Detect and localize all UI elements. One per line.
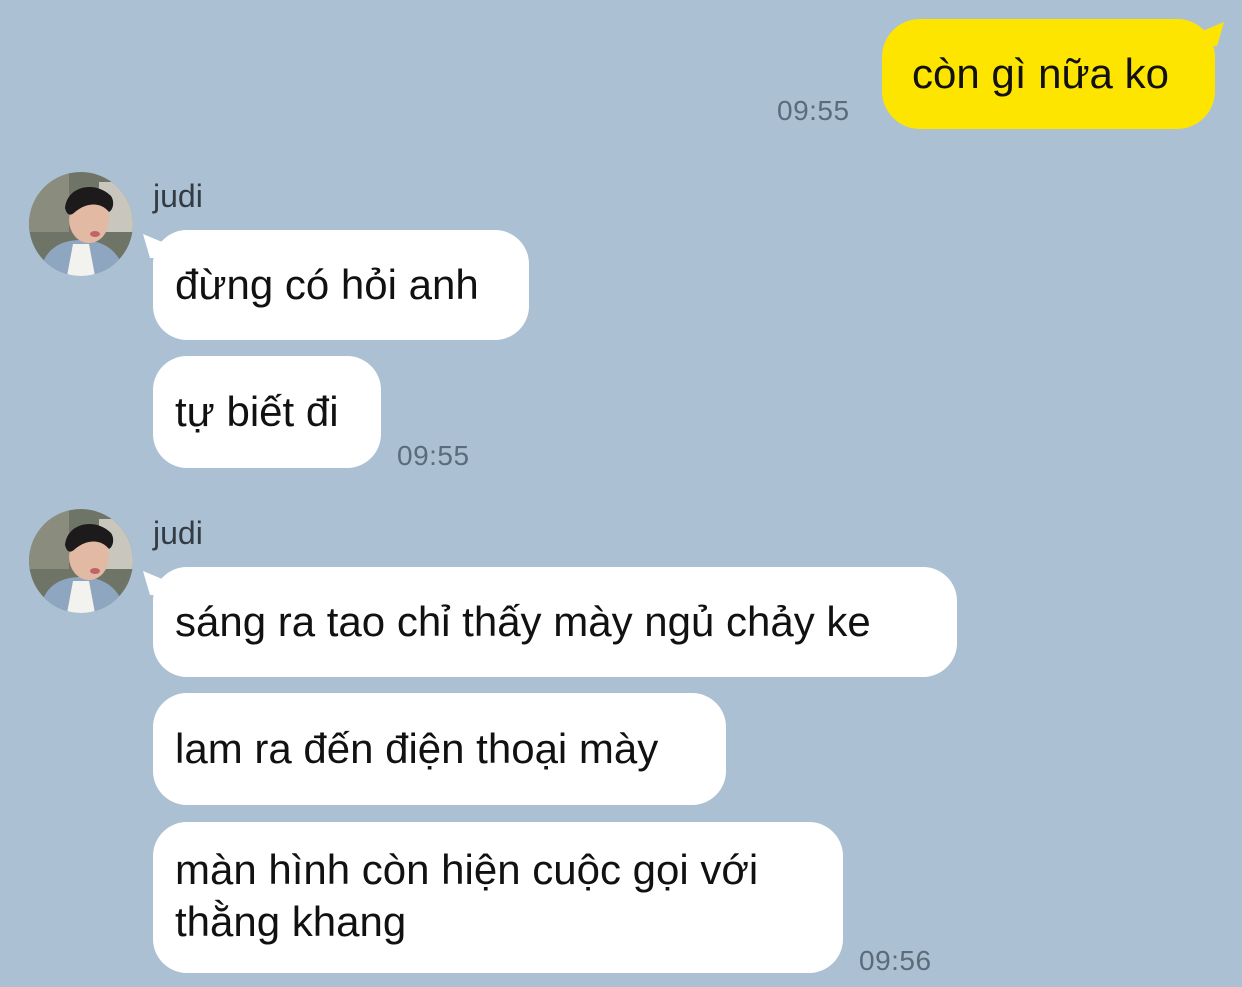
user-avatar-icon — [29, 172, 133, 276]
incoming-message-bubble[interactable]: màn hình còn hiện cuộc gọi với thằng kha… — [153, 822, 843, 973]
sender-avatar[interactable] — [29, 509, 133, 613]
sender-name: judi — [153, 515, 203, 551]
incoming-message-bubble[interactable]: tự biết đi — [153, 356, 381, 468]
incoming-message-bubble[interactable]: lam ra đến điện thoại mày — [153, 693, 726, 805]
incoming-message-bubble[interactable]: đừng có hỏi anh — [153, 230, 529, 340]
sender-avatar[interactable] — [29, 172, 133, 276]
user-avatar-icon — [29, 509, 133, 613]
outgoing-message-bubble[interactable]: còn gì nữa ko — [882, 19, 1215, 129]
outgoing-message-time: 09:55 — [777, 95, 850, 126]
incoming-message-bubble[interactable]: sáng ra tao chỉ thấy mày ngủ chảy ke — [153, 567, 957, 677]
incoming-message-time: 09:56 — [859, 945, 932, 976]
incoming-message-time: 09:55 — [397, 440, 470, 471]
sender-name: judi — [153, 178, 203, 214]
